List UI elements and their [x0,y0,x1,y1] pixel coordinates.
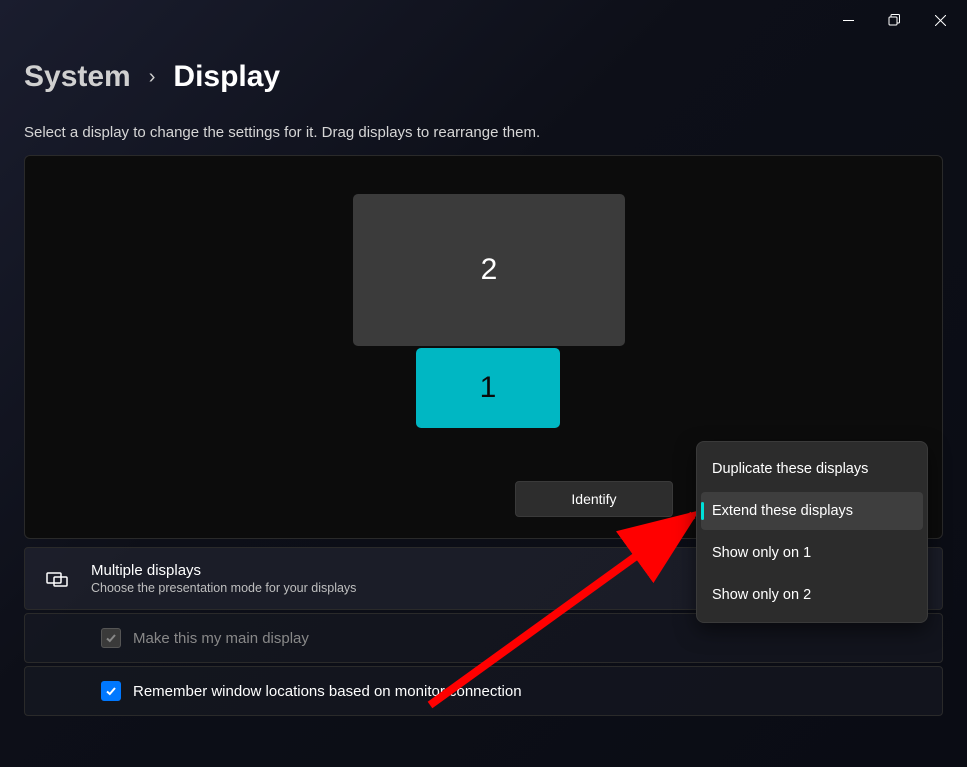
remember-locations-row[interactable]: Remember window locations based on monit… [24,666,943,716]
monitor-2[interactable]: 2 [353,194,625,346]
page-title: Display [173,60,280,94]
identify-button[interactable]: Identify [515,481,673,517]
breadcrumb: System › Display [24,60,943,94]
remember-locations-label: Remember window locations based on monit… [133,683,522,700]
main-display-label: Make this my main display [133,630,309,647]
menu-only-2[interactable]: Show only on 2 [701,576,923,614]
remember-locations-checkbox[interactable] [101,681,121,701]
menu-duplicate[interactable]: Duplicate these displays [701,450,923,488]
monitor-canvas[interactable]: 2 1 [25,156,942,456]
window-titlebar [0,0,967,40]
minimize-button[interactable] [825,4,871,36]
breadcrumb-parent[interactable]: System [24,60,131,94]
restore-icon [888,14,900,26]
menu-extend[interactable]: Extend these displays [701,492,923,530]
chevron-right-icon: › [149,66,156,89]
page-subtitle: Select a display to change the settings … [24,124,943,141]
restore-button[interactable] [871,4,917,36]
close-button[interactable] [917,4,963,36]
close-icon [935,15,946,26]
main-display-checkbox [101,628,121,648]
monitor-1[interactable]: 1 [416,348,560,428]
displays-icon [45,567,69,591]
display-mode-menu: Duplicate these displays Extend these di… [696,441,928,623]
menu-only-1[interactable]: Show only on 1 [701,534,923,572]
minimize-icon [843,15,854,26]
